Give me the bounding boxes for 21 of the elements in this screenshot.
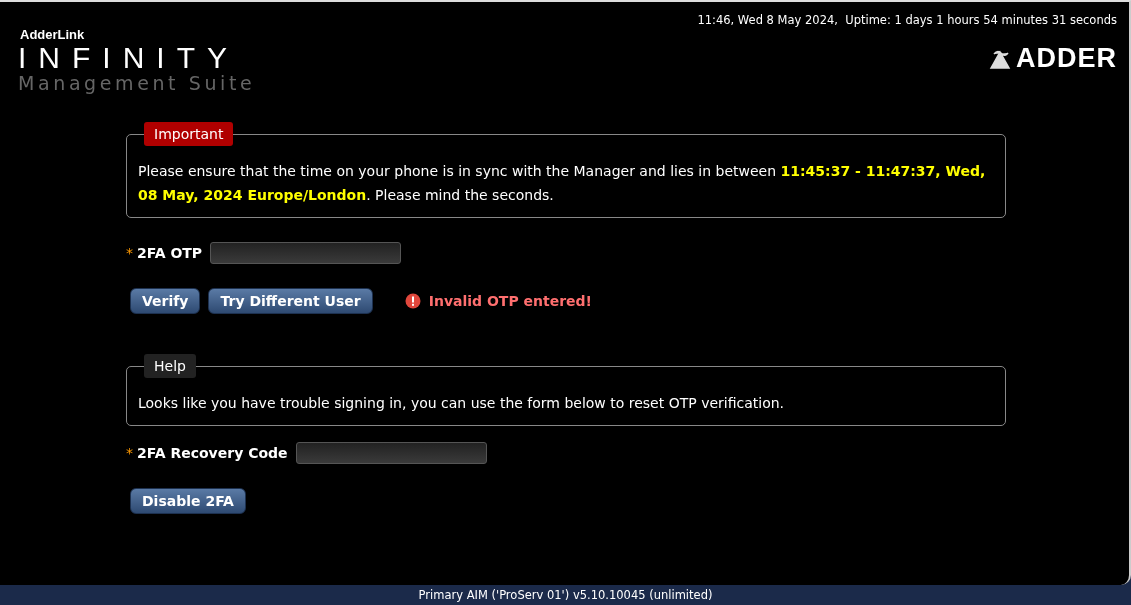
product-subtitle: Management Suite [18, 73, 256, 94]
required-mark: * [126, 243, 133, 263]
field-label: 2FA OTP [137, 243, 203, 263]
brand-name: AdderLink [20, 28, 86, 41]
help-message: Looks like you have trouble signing in, you can use the form below to reset OTP verification. [138, 394, 786, 413]
verify-button[interactable]: Verify [130, 288, 201, 314]
disable-2fa-button[interactable]: Disable 2FA [130, 488, 246, 514]
error-icon [404, 293, 421, 309]
vendor-logo: ADDER [1016, 45, 1117, 73]
product-name: INFINITY [18, 43, 240, 73]
error-message: Invalid OTP entered! [428, 291, 592, 311]
notice-message: Please ensure that the time on your phone is in sync with the Manager and lies in between 11:45:37 - 11:47:37, Wed, 08 May, 2024 Europe/London. Please mind the seconds. [138, 162, 987, 205]
required-mark: * [126, 443, 133, 463]
field-label: 2FA Recovery Code [137, 443, 288, 463]
switch-user-button[interactable]: Try Different User [208, 288, 373, 314]
recovery-code-input-field[interactable] [295, 442, 487, 464]
help-legend: Help [144, 354, 196, 378]
clock-uptime: 11:46, Wed 8 May 2024, Uptime: 1 days 1 hours 54 minutes 31 seconds [697, 12, 1117, 29]
otp-input-field[interactable] [210, 242, 402, 264]
version-label: Primary AIM ('ProServ 01') v5.10.10045 (unlimited) [418, 588, 713, 602]
important-legend: Important [144, 122, 234, 146]
